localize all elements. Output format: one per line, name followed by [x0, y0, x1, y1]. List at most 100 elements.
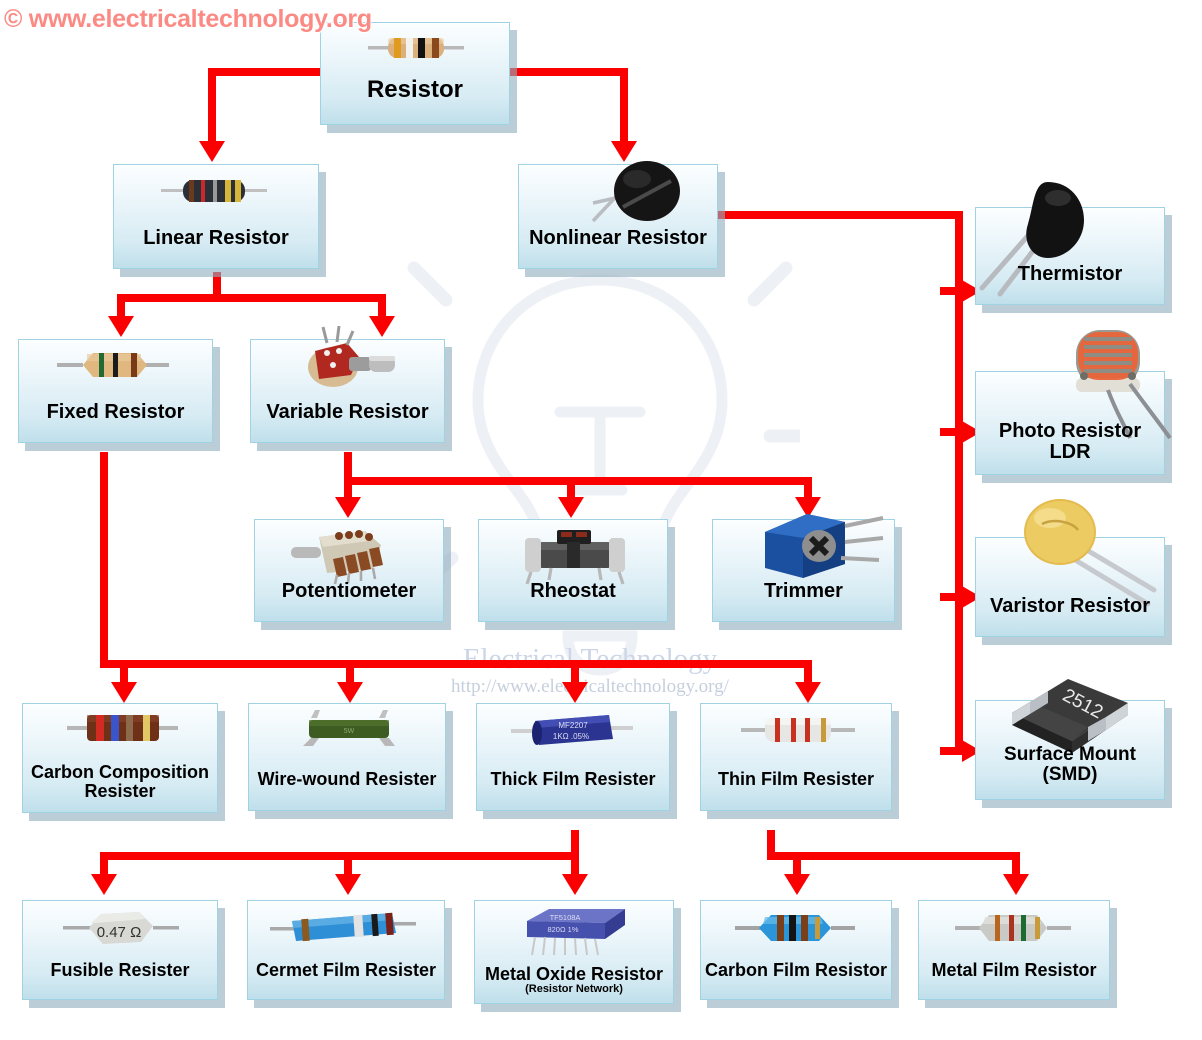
- watermark-center-url: http://www.electricaltechnology.org/: [451, 676, 729, 697]
- arrow-to-linear-resistor: [199, 141, 225, 162]
- connector-root-left-h: [208, 68, 323, 76]
- diagram-canvas: Electrical Technology http://www.electri…: [0, 0, 1202, 1040]
- node-potentiometer[interactable]: Potentiometer: [254, 519, 444, 622]
- node-variable-resistor[interactable]: Variable Resistor: [250, 325, 445, 443]
- node-label: Varistor Resistor: [989, 594, 1151, 617]
- node-label: Nonlinear Resistor: [529, 226, 707, 249]
- connector-variable-to-pot-v: [344, 477, 352, 499]
- arrow-to-nonlinear-resistor: [611, 141, 637, 162]
- white-thin-film-resistor-icon: [741, 718, 855, 742]
- black-disc-thermistor-icon: [591, 161, 680, 223]
- node-label: Rheostat: [530, 579, 616, 602]
- connector-fixed-to-wirewound-v: [346, 660, 354, 684]
- node-thin-film-resister[interactable]: Thin Film Resister: [700, 703, 892, 811]
- node-varistor-resistor[interactable]: Varistor Resistor: [975, 499, 1165, 637]
- connector-variable-to-trimmer-v: [804, 477, 812, 499]
- node-label: Thin Film Resister: [717, 768, 875, 789]
- tubular-rheostat-icon: [525, 530, 625, 585]
- node-photo-resistor-ldr[interactable]: Photo Resistor LDR: [975, 330, 1172, 475]
- light-bulb-watermark-icon: [400, 261, 800, 676]
- node-carbon-composition-resister[interactable]: Carbon Composition Resister: [22, 703, 218, 813]
- watermark-copyright: © www.electricaltechnology.org: [4, 5, 372, 33]
- connector-fixed-stem-v: [100, 452, 108, 667]
- arrow-to-trimmer: [795, 497, 821, 518]
- node-linear-resistor[interactable]: Linear Resistor: [113, 164, 319, 269]
- arrow-to-wire-wound: [337, 682, 363, 703]
- arrow-to-fusible: [91, 874, 117, 895]
- tan-carbon-resistor-icon: [57, 353, 169, 377]
- arrow-to-carbon-composition: [111, 682, 137, 703]
- node-label: Trimmer: [764, 579, 843, 602]
- arrow-to-rheostat: [558, 497, 584, 518]
- node-label: Thick Film Resister: [490, 768, 656, 789]
- node-metal-film-resistor[interactable]: Metal Film Resistor: [918, 900, 1110, 1000]
- connector-thickfilm-bus: [100, 852, 579, 860]
- connector-thickfilm-to-fusible-v: [100, 852, 108, 876]
- node-trimmer[interactable]: Trimmer: [712, 514, 895, 622]
- node-label: Wire-wound Resister: [257, 768, 437, 789]
- node-cermet-film-resister[interactable]: Cermet Film Resister: [247, 900, 445, 1000]
- connector-fixed-to-thickfilm-v: [571, 660, 579, 684]
- connector-to-varistor: [940, 593, 963, 601]
- node-label: Carbon Film Resistor: [704, 959, 888, 980]
- node-thick-film-resister[interactable]: MF2207 1KΩ .05% Thick Film Resister: [476, 703, 670, 811]
- arrow-to-fixed-resistor: [108, 316, 134, 337]
- blue-trimmer-pot-icon: [765, 514, 884, 578]
- connector-fixed-to-carboncomp-v: [120, 660, 128, 684]
- arrow-to-thin-film: [795, 682, 821, 703]
- connector-fixed-to-thinfilm-v: [804, 660, 812, 684]
- node-label: Variable Resistor: [266, 400, 429, 423]
- multi-tap-potentiometer-icon: [291, 530, 383, 585]
- blue-carbon-film-resistor-icon: [735, 915, 855, 941]
- svg-text:5W: 5W: [344, 728, 355, 735]
- node-resistor[interactable]: Resistor: [320, 22, 510, 125]
- node-wire-wound-resister[interactable]: 5W Wire-wound Resister: [248, 703, 446, 811]
- thick-film-part-marking: MF2207: [558, 721, 588, 730]
- connector-variable-bus: [344, 477, 812, 485]
- node-label: Carbon Composition Resister: [31, 762, 209, 801]
- arrow-to-carbon-film: [784, 874, 810, 895]
- connector-root-right-v: [620, 68, 628, 142]
- metal-oxide-part-marking: TF5108A: [550, 913, 581, 922]
- axial-resistor-4band-icon: [368, 38, 464, 58]
- connector-thickfilm-to-cermet-v: [344, 852, 352, 876]
- node-label: Surface Mount (SMD): [1004, 744, 1136, 785]
- connector-to-smd: [940, 747, 963, 755]
- connector-to-thermistor: [940, 287, 963, 295]
- node-nonlinear-resistor[interactable]: Nonlinear Resistor: [518, 161, 718, 269]
- node-label: Linear Resistor: [143, 226, 289, 249]
- smd-part-marking: 2512: [1059, 685, 1106, 723]
- node-thermistor[interactable]: Thermistor: [975, 182, 1165, 305]
- node-label: Thermistor: [1017, 262, 1123, 285]
- arrow-to-cermet: [335, 874, 361, 895]
- green-wirewound-resistor-icon: 5W: [303, 710, 395, 746]
- arrow-to-thick-film: [562, 682, 588, 703]
- resistor-network-sip-icon: TF5108A 820Ω 1%: [527, 909, 625, 956]
- connector-root-right-h: [509, 68, 628, 76]
- connector-linear-to-variable-v: [378, 294, 386, 318]
- connector-linear-to-fixed-v: [117, 294, 125, 318]
- metal-oxide-value-marking: 820Ω 1%: [547, 925, 578, 934]
- node-fusible-resister[interactable]: 0.47 Ω Fusible Resister: [22, 900, 218, 1000]
- fusible-resistor-icon: 0.47 Ω: [63, 912, 179, 944]
- fusible-value-marking: 0.47 Ω: [97, 924, 142, 941]
- node-label: Fixed Resistor: [46, 400, 185, 423]
- connector-root-left-v: [208, 68, 216, 142]
- connector-thinfilm-bus: [767, 852, 1020, 860]
- connector-thinfilm-to-metalfilm-v: [1012, 852, 1020, 876]
- node-label: Cermet Film Resister: [255, 959, 437, 980]
- blue-cermet-resistor-icon: [270, 912, 416, 942]
- connector-thinfilm-to-carbonfilm-v: [793, 852, 801, 876]
- thick-film-value-marking: 1KΩ .05%: [553, 732, 589, 741]
- node-metal-oxide-resistor[interactable]: TF5108A 820Ω 1% Metal Oxide Resistor (Re…: [474, 900, 674, 1004]
- node-label: Resistor: [366, 75, 464, 103]
- connector-fixed-bus: [100, 660, 812, 668]
- node-rheostat[interactable]: Rheostat: [478, 519, 668, 622]
- blue-thick-film-resistor-icon: MF2207 1KΩ .05%: [511, 715, 633, 745]
- arrow-to-variable-resistor: [369, 316, 395, 337]
- node-fixed-resistor[interactable]: Fixed Resistor: [18, 339, 213, 443]
- node-surface-mount-smd[interactable]: 2512 Surface Mount (SMD): [975, 679, 1165, 800]
- connector-to-photo-resistor: [940, 428, 963, 436]
- node-carbon-film-resistor[interactable]: Carbon Film Resistor: [700, 900, 892, 1000]
- node-label: Fusible Resister: [50, 959, 190, 980]
